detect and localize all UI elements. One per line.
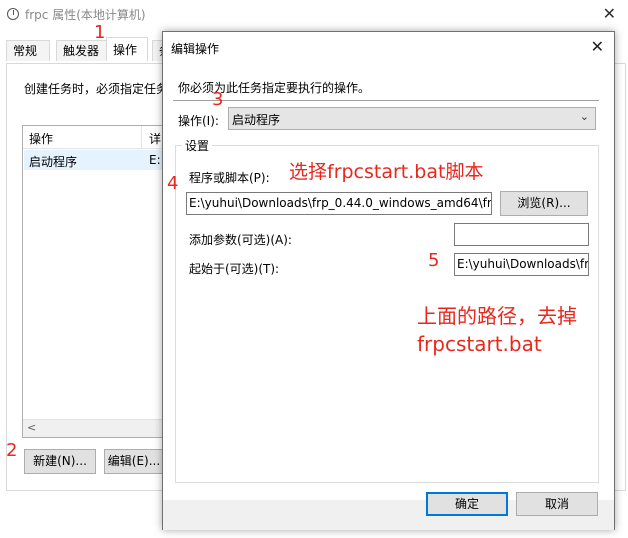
annotation-path-line1: 上面的路径，去掉 [417, 304, 577, 328]
dialog-titlebar: 编辑操作 ✕ [163, 32, 614, 62]
ok-button[interactable]: 确定 [426, 492, 508, 516]
column-action[interactable]: 操作 [29, 130, 53, 147]
tab-general[interactable]: 常规 [6, 40, 50, 61]
new-action-button[interactable]: 新建(N)... [24, 449, 96, 474]
column-detail[interactable]: 详 [149, 130, 161, 147]
horizontal-scrollbar[interactable]: < [23, 419, 166, 437]
start-in-label: 起始于(可选)(T): [189, 262, 280, 276]
actions-list[interactable]: 操作 详 启动程序 E: < [22, 125, 167, 438]
annotation-2: 2 [6, 440, 18, 461]
action-label: 操作(I): [178, 114, 219, 128]
list-item-action: 启动程序 [29, 155, 78, 169]
annotation-3: 3 [212, 89, 224, 110]
clock-icon [7, 8, 19, 20]
dialog-description: 你必须为此任务指定要执行的操作。 [178, 81, 371, 95]
list-item-detail: E: [149, 153, 161, 167]
annotation-select-script: 选择frpcstart.bat脚本 [289, 161, 484, 183]
list-header: 操作 详 [23, 126, 166, 149]
tab-actions[interactable]: 操作 [106, 37, 148, 61]
action-select-value: 启动程序 [232, 113, 281, 127]
settings-group-title: 设置 [182, 137, 213, 154]
cancel-button[interactable]: 取消 [516, 492, 598, 516]
edit-action-dialog: 编辑操作 ✕ 你必须为此任务指定要执行的操作。 操作(I): 启动程序 ⌄ 设置… [162, 31, 615, 530]
edit-action-button[interactable]: 编辑(E)... [104, 449, 164, 474]
annotation-1: 1 [94, 22, 106, 43]
scroll-left-icon[interactable]: < [27, 421, 36, 434]
dialog-divider [173, 100, 599, 101]
program-label: 程序或脚本(P): [189, 171, 270, 185]
arguments-label: 添加参数(可选)(A): [189, 233, 292, 247]
annotation-5: 5 [428, 250, 440, 271]
properties-close-icon[interactable]: ✕ [603, 4, 616, 23]
list-item[interactable]: 启动程序 E: [24, 150, 165, 170]
actions-description: 创建任务时，必须指定任务 [24, 82, 169, 96]
tab-triggers[interactable]: 触发器 [56, 40, 108, 61]
annotation-path-line2: frpcstart.bat [417, 332, 542, 356]
annotation-4: 4 [167, 173, 179, 194]
program-input-value: E:\yuhui\Downloads\frp_0.44.0_windows_am… [189, 196, 492, 210]
dialog-title: 编辑操作 [171, 42, 220, 56]
program-input[interactable]: E:\yuhui\Downloads\frp_0.44.0_windows_am… [186, 192, 492, 215]
properties-title: frpc 属性(本地计算机) [25, 8, 146, 22]
arguments-input[interactable] [454, 223, 589, 246]
start-in-input-value: E:\yuhui\Downloads\fr [457, 257, 589, 271]
browse-button[interactable]: 浏览(R)... [500, 191, 588, 216]
chevron-down-icon: ⌄ [579, 110, 589, 123]
action-select[interactable]: 启动程序 ⌄ [228, 107, 596, 130]
dialog-close-icon[interactable]: ✕ [591, 37, 604, 56]
start-in-input[interactable]: E:\yuhui\Downloads\fr [454, 253, 589, 276]
